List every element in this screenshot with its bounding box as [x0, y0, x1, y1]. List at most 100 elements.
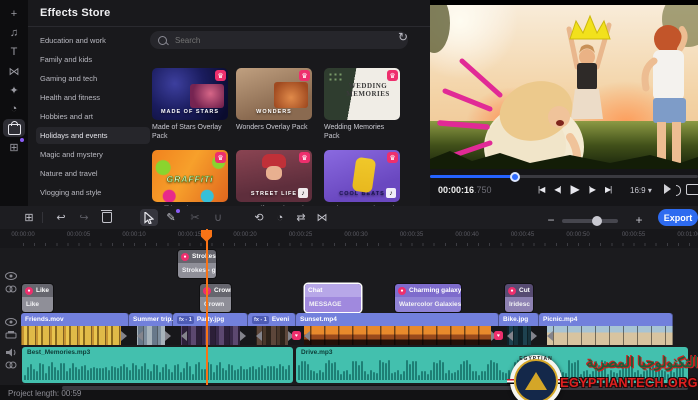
sidebar-item-health-and-fitness[interactable]: Health and fitness [36, 89, 150, 106]
ruler-label: 00:00:15 [178, 232, 201, 238]
sidebar-item-family-and-kids[interactable]: Family and kids [36, 51, 150, 68]
frame-forward-button[interactable]: |▶ [589, 185, 595, 194]
marker-tool-icon[interactable]: ✎ [162, 209, 180, 226]
flag-icon [507, 379, 514, 384]
refresh-icon[interactable]: ↻ [398, 30, 408, 44]
transition-icon[interactable] [240, 326, 256, 345]
video-clip-title-friends-mov[interactable]: Friends.mov [21, 313, 129, 326]
sidebar-item-gaming-and-tech[interactable]: Gaming and tech [36, 70, 150, 87]
video-clip-filmstrip[interactable] [296, 326, 499, 345]
sidebar-item-education-and-work[interactable]: Education and work [36, 32, 150, 49]
audio-track-link-icon[interactable] [5, 361, 17, 369]
ruler-label: 00:00:35 [400, 232, 423, 238]
toolbar-separator [42, 212, 43, 223]
sidebar-item-magic-and-mystery[interactable]: Magic and mystery [36, 146, 150, 163]
filters-tool-icon[interactable]: ◔ [3, 100, 25, 118]
play-button[interactable]: ▶ [570, 182, 578, 196]
adjust-icon[interactable]: ⇄ [292, 209, 310, 226]
transition-icon[interactable] [531, 326, 547, 345]
overlay-clip-like[interactable]: ●LikeLike [22, 284, 53, 312]
pack-thumbnail[interactable]: WONDERS♛ [236, 68, 312, 120]
next-clip-button[interactable]: ▶| [605, 185, 611, 194]
overlay-clip-cut[interactable]: ●CutIridesc [505, 284, 533, 312]
effects-store-tool-icon[interactable] [3, 119, 25, 137]
overlay-clip-charming-galaxy[interactable]: ●Charming galaxyWatercolor Galaxies [395, 284, 461, 312]
pack-thumb-text: GRAFFiTi [152, 174, 228, 184]
select-tool-icon[interactable] [140, 209, 158, 226]
pack-thumbnail[interactable]: WEDDING MEMORIES♛ [324, 68, 400, 120]
video-clip-title-eveni[interactable]: fx - 1Eveni [248, 313, 296, 326]
add-media-icon[interactable]: + [3, 5, 25, 23]
effects-tool-icon[interactable]: ✦ [3, 81, 25, 99]
clip-body-label: Like [22, 297, 53, 312]
zoom-slider-handle[interactable] [592, 216, 602, 226]
ruler-label: 00:00:25 [289, 232, 312, 238]
snapshot-camera-icon[interactable] [686, 184, 698, 195]
transition-icon[interactable] [121, 326, 137, 345]
aspect-ratio-select[interactable]: 16:9 ▾ [630, 186, 652, 195]
pack-thumbnail[interactable]: GRAFFiTi♛ [152, 150, 228, 202]
film-frame-lines [539, 326, 673, 345]
export-button[interactable]: Export [658, 209, 698, 226]
transition-icon[interactable] [165, 326, 181, 345]
titles-tool-icon[interactable]: T [3, 43, 25, 61]
video-clip-title-picnic-mp4[interactable]: Picnic.mp4 [539, 313, 673, 326]
clip-body-label: Strokes - g [178, 263, 216, 278]
pack-thumbnail[interactable]: COOL BEATS♪♛ [324, 150, 400, 202]
search-input[interactable] [173, 35, 400, 46]
video-clip-title-summer-trip-[interactable]: Summer trip... [129, 313, 173, 326]
redo-icon[interactable]: ↪ [75, 209, 93, 226]
overlay-track-link-icon[interactable] [5, 285, 17, 293]
overlay-clip-chat[interactable]: ChatMESSAGE [305, 284, 361, 312]
effect-pack: WONDERS♛Wonders Overlay Pack [236, 68, 312, 132]
pack-thumbnail[interactable]: MADE OF STARS♛ [152, 68, 228, 120]
frame-back-button[interactable]: ◀| [554, 185, 560, 194]
video-clip-filmstrip[interactable] [21, 326, 129, 345]
overlay-track-visibility-icon[interactable] [5, 272, 17, 280]
pack-title: Made of Stars Overlay Pack [152, 123, 228, 141]
video-track-icon[interactable] [5, 331, 17, 340]
volume-icon[interactable] [664, 184, 676, 194]
delete-icon[interactable] [98, 209, 116, 226]
video-track-visibility-icon[interactable] [5, 318, 17, 326]
prev-clip-button[interactable]: |◀ [538, 185, 544, 194]
sticker-badge-icon: ● [181, 253, 189, 261]
zoom-slider[interactable] [562, 219, 618, 223]
speed-icon[interactable]: ◔ [271, 209, 289, 226]
zoom-in-button[interactable]: + [630, 211, 648, 228]
ruler-label: 00:00:10 [122, 232, 145, 238]
zoom-out-button[interactable]: − [542, 211, 560, 228]
sidebar-item-vlogging-and-style[interactable]: Vlogging and style [36, 184, 150, 201]
audio-clip-title: Drive.mp3 [301, 349, 332, 356]
pack-thumbnail[interactable]: STREET LIFE♪♛ [236, 150, 312, 202]
crop-icon[interactable]: ⟲ [250, 209, 268, 226]
seek-handle[interactable] [510, 172, 520, 182]
effect-pack: WEDDING MEMORIES♛Wedding Memories Pack [324, 68, 400, 141]
more-tools-icon[interactable]: ⊞ [3, 138, 25, 156]
overlay-clip-strokes[interactable]: ●StrokesStrokes - g [178, 250, 216, 278]
tool-rail: +♫T⋈✦◔ ⊞ [0, 0, 28, 206]
audio-tool-icon[interactable]: ♫ [3, 24, 25, 42]
effects-store-panel: Effects Store Education and work Family a… [28, 0, 430, 207]
overlay-clip-crown[interactable]: ●CrownCrown [200, 284, 231, 312]
transition-wizard-icon[interactable]: ⋈ [313, 209, 331, 226]
pyramid-icon [525, 372, 547, 390]
timeline-ruler[interactable]: 00:00:0000:00:0500:00:1000:00:1500:00:20… [0, 229, 698, 249]
snap-icon[interactable]: ∪ [209, 209, 227, 226]
playhead-line[interactable] [206, 229, 208, 385]
transitions-tool-icon[interactable]: ⋈ [3, 62, 25, 80]
page-title: Effects Store [40, 7, 110, 19]
sidebar-item-holidays-and-events[interactable]: Holidays and events [36, 127, 150, 144]
audio-track-mute-icon[interactable] [5, 348, 17, 357]
sidebar-item-hobbies-and-art[interactable]: Hobbies and art [36, 108, 150, 125]
video-clip-title-sunset-mp4[interactable]: Sunset.mp4 [296, 313, 499, 326]
add-track-icon[interactable]: ⊞ [20, 209, 38, 226]
video-clip-filmstrip[interactable] [539, 326, 673, 345]
video-clip-title-bike-jpg[interactable]: Bike.jpg [499, 313, 539, 326]
undo-icon[interactable]: ↩ [52, 209, 70, 226]
search-box[interactable] [150, 31, 408, 49]
sidebar-item-nature-and-travel[interactable]: Nature and travel [36, 165, 150, 182]
split-icon[interactable]: ✂ [186, 209, 204, 226]
audio-clip-best-memories-mp3[interactable]: Best_Memories.mp3 [22, 347, 293, 383]
video-clip-title-party-jpg[interactable]: fx - 1Party.jpg [173, 313, 248, 326]
